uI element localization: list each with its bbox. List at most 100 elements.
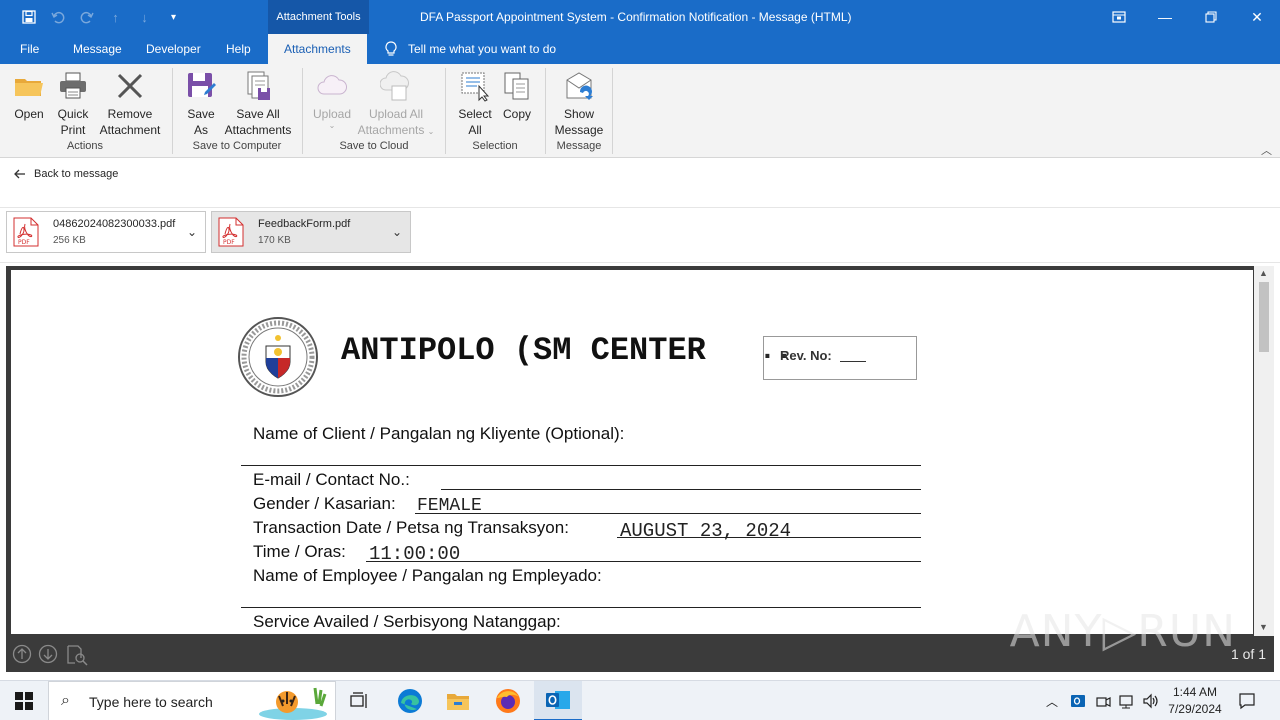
attachment-item[interactable]: PDF 04862024082300033.pdf 256 KB ⌄ [6,211,206,253]
volume-icon[interactable] [1142,681,1160,720]
attachment-size: 256 KB [53,235,86,246]
save-as-button[interactable]: Save As [182,70,220,138]
group-separator [445,68,446,154]
tab-help[interactable]: Help [226,34,251,64]
outlook-taskbar-button[interactable] [534,681,582,720]
client-name-line [241,465,921,466]
rev-no-box: Rev. No: [763,336,917,380]
taskbar-search-placeholder: Type here to search [89,694,213,710]
folder-icon [15,79,43,96]
tab-developer[interactable]: Developer [146,34,201,64]
divider [0,262,1280,263]
start-button[interactable] [0,681,48,720]
edge-browser-icon [398,689,422,713]
select-all-icon [461,72,490,102]
divider [0,207,1280,208]
transaction-date-value: AUGUST 23, 2024 [620,520,792,542]
open-button[interactable]: Open [10,70,48,122]
customize-qat-icon[interactable]: ▾ [159,0,188,34]
close-icon[interactable]: ✕ [1234,0,1280,34]
open-label: Open [14,107,44,121]
tell-me-text: Tell me what you want to do [408,42,557,56]
tell-me-search[interactable]: Tell me what you want to do [384,34,556,64]
attachment-menu-chevron-icon[interactable]: ⌄ [392,225,402,239]
scroll-up-icon[interactable]: ▲ [1259,268,1268,278]
select-all-button[interactable]: Select All [455,70,495,138]
select-all-label-2: All [468,123,482,137]
scroll-down-icon[interactable]: ▼ [1259,622,1268,632]
email-label: E-mail / Contact No.: [253,470,410,489]
show-hidden-icons[interactable]: ︿ [1046,681,1058,720]
windows-logo-icon [15,692,33,710]
up-arrow-icon[interactable]: ↑ [101,0,130,34]
rev-no-line [840,361,866,362]
next-page-icon[interactable] [38,644,58,664]
office-title: ANTIPOLO (SM CENTER [341,332,706,369]
minimize-icon[interactable]: — [1142,0,1188,34]
remove-attachment-label-2: Attachment [99,123,161,137]
outlook-tray-icon[interactable] [1070,681,1086,720]
upload-all-attachments-button[interactable]: Upload All Attachments ⌄ [354,70,438,140]
down-arrow-icon[interactable]: ↓ [130,0,159,34]
search-highlight-tiger-image [259,687,327,720]
search-icon: ⌕ [61,692,70,709]
tab-message[interactable]: Message [73,34,122,64]
scrollbar-thumb[interactable] [1259,282,1269,352]
taskbar-search-box[interactable]: ⌕ Type here to search [48,681,336,720]
preview-vertical-scrollbar[interactable]: ▲ ▼ [1254,266,1274,636]
restore-icon[interactable] [1188,0,1234,34]
firefox-taskbar-button[interactable] [484,681,532,720]
attachment-item-selected[interactable]: PDF FeedbackForm.pdf 170 KB ⌄ [211,211,411,253]
task-view-button[interactable] [336,681,384,720]
svg-text:PDF: PDF [223,239,235,246]
copy-icon [504,72,529,100]
quick-access-toolbar: ↑ ↓ ▾ [14,0,188,34]
copy-button[interactable]: Copy [499,70,535,122]
find-in-document-icon[interactable] [66,644,88,666]
file-explorer-taskbar-button[interactable] [434,681,482,720]
context-tab-group-label: Attachment Tools [268,0,369,34]
firefox-icon [496,689,520,713]
back-arrow-icon [14,169,25,179]
save-as-label-2: As [193,123,208,137]
meet-now-icon[interactable] [1095,681,1111,720]
group-label-selection: Selection [472,140,518,152]
tab-file[interactable]: File [20,34,39,64]
save-all-attachments-button[interactable]: Save All Attachments [222,70,294,138]
tab-attachments[interactable]: Attachments [268,34,367,64]
upload-button[interactable]: Upload ⌄ [310,70,354,130]
save-all-attachments-icon [247,71,270,100]
show-message-button[interactable]: Show Message [553,70,605,138]
printer-icon [60,72,86,99]
collapse-ribbon-icon[interactable]: ︿ [1261,142,1272,158]
ribbon: Open Quick Print Remove Attachment Actio… [0,64,1280,158]
undo-icon[interactable] [43,0,72,34]
copy-label: Copy [502,107,531,121]
upload-all-label-1: Upload All [368,107,424,121]
edge-taskbar-button[interactable] [386,681,434,720]
save-all-label-1: Save All [236,107,280,121]
notification-center-icon[interactable] [1238,681,1256,720]
show-message-icon [566,72,593,100]
quick-print-button[interactable]: Quick Print [54,70,92,138]
redo-icon[interactable] [72,0,101,34]
upload-all-dropdown-icon: ⌄ [427,127,435,136]
ribbon-tabs: File Message Developer Help Attachments … [0,34,1280,64]
back-to-message-link[interactable]: Back to message [14,168,118,180]
network-icon[interactable] [1118,681,1136,720]
remove-attachment-button[interactable]: Remove Attachment [96,70,164,138]
window-controls: — ✕ [1096,0,1280,34]
employee-name-label: Name of Employee / Pangalan ng Empleyado… [253,566,602,585]
taskbar-clock[interactable]: 1:44 AM 7/29/2024 [1160,684,1230,718]
employee-name-line [241,607,921,608]
show-message-label-1: Show [563,107,595,121]
attachment-name: 04862024082300033.pdf [53,218,176,230]
service-availed-label: Service Availed / Serbisyong Natanggap: [253,612,561,631]
group-separator [612,68,613,154]
upload-all-label-2: Attachments [357,123,425,137]
attachment-menu-chevron-icon[interactable]: ⌄ [187,225,197,239]
ribbon-display-options-icon[interactable] [1096,0,1142,34]
attachment-preview: ANTIPOLO (SM CENTER .. Rev. No: Name of … [6,266,1274,672]
save-icon[interactable] [14,0,43,34]
previous-page-icon[interactable] [12,644,32,664]
